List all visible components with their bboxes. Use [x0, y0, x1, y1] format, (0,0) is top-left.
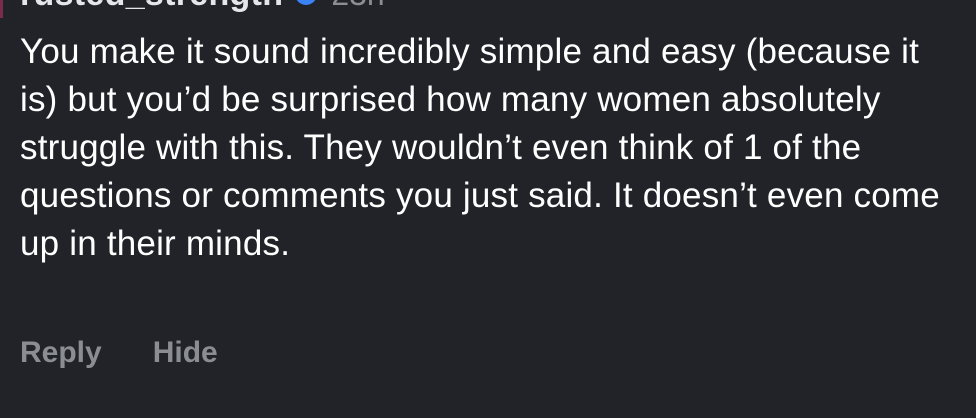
comment-text: You make it sound incredibly simple and …: [20, 32, 940, 263]
comment: rusted_strength 23h You make it sound in…: [0, 0, 976, 418]
comment-timestamp: 23h: [331, 0, 384, 13]
verified-badge-icon: [295, 0, 318, 5]
thread-line: [0, 0, 3, 18]
reply-button[interactable]: Reply: [20, 336, 102, 370]
hide-button[interactable]: Hide: [153, 336, 218, 370]
comment-actions: Reply Hide: [20, 336, 218, 370]
comment-username[interactable]: rusted_strength: [20, 0, 283, 14]
comment-header: rusted_strength 23h: [20, 0, 385, 14]
